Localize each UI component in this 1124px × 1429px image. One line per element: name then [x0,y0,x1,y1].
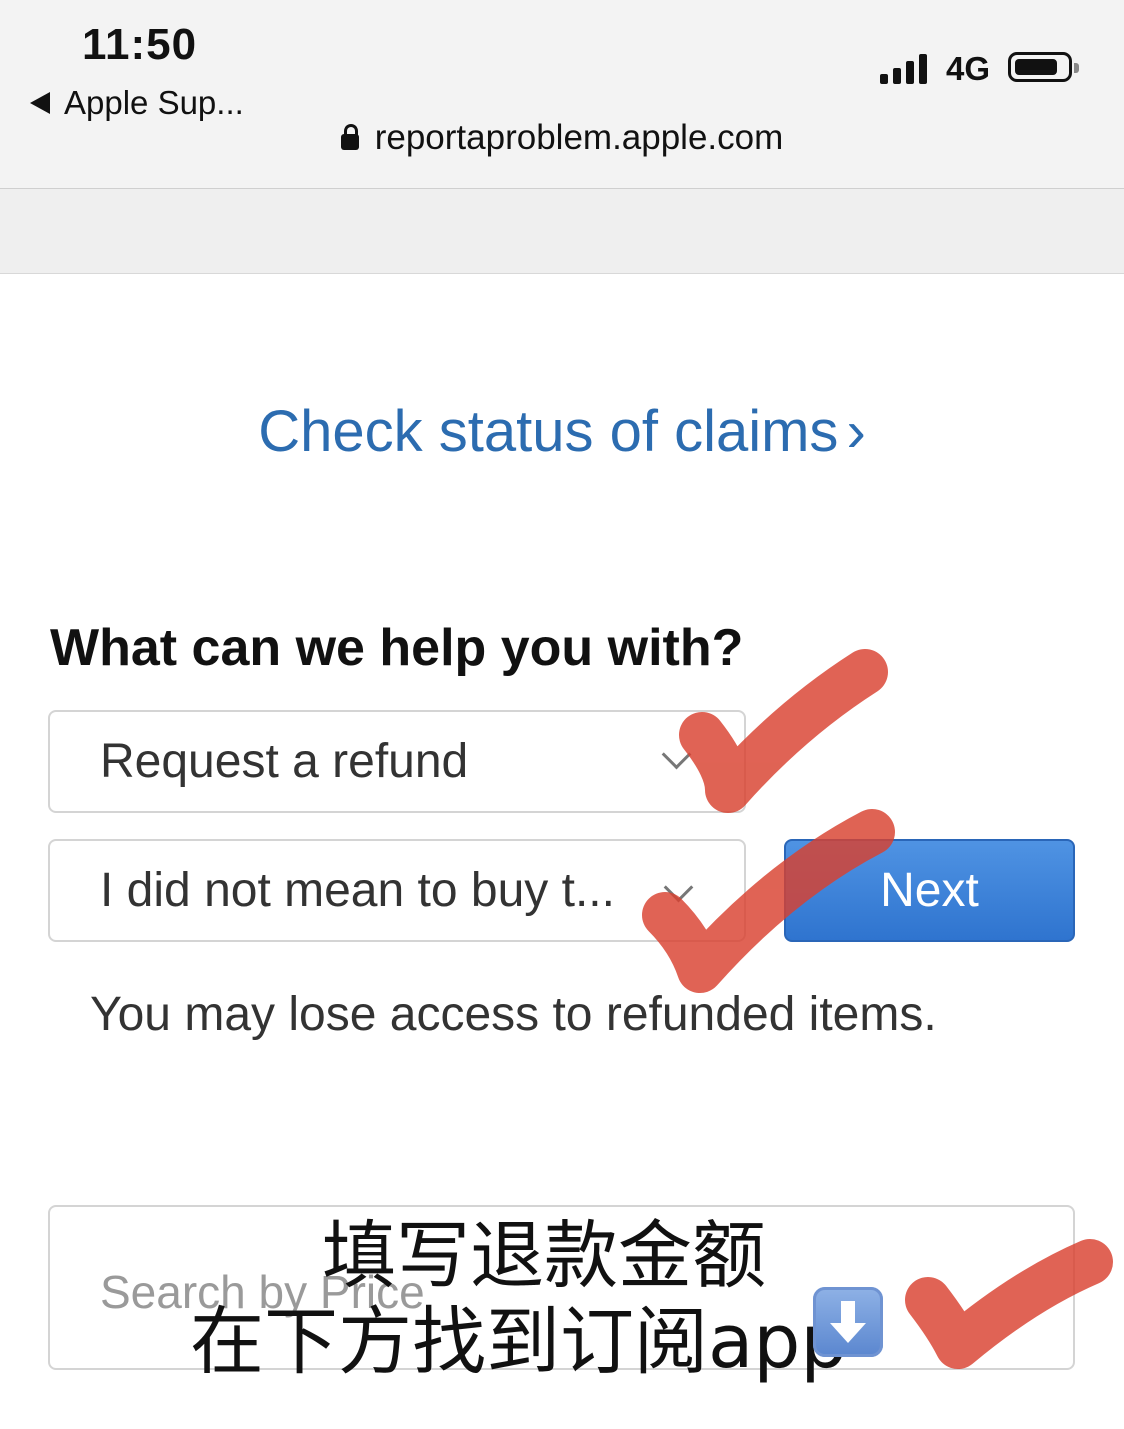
lock-icon [340,123,359,150]
address-bar[interactable]: reportaproblem.apple.com [0,118,1124,158]
request-type-select[interactable]: Request a refund [48,710,746,813]
claims-link-label: Check status of claims [258,399,839,464]
back-to-app-link[interactable]: Apple Sup... [30,84,244,122]
reason-value: I did not mean to buy t... [100,864,615,917]
next-button[interactable]: Next [784,839,1075,942]
arrow-down-icon [813,1287,883,1357]
check-claims-link[interactable]: Check status of claims › [0,398,1124,465]
refund-note: You may lose access to refunded items. [90,988,937,1041]
url-text: reportaproblem.apple.com [374,118,784,157]
annotation-text-line2: 在下方找到订阅app [190,1299,848,1385]
request-type-value: Request a refund [100,735,469,788]
back-app-label: Apple Sup... [64,84,244,121]
clock: 11:50 [82,20,198,69]
reason-select[interactable]: I did not mean to buy t... [48,839,746,942]
browser-toolbar-strip [0,189,1124,274]
cellular-signal-icon [880,52,927,84]
page-heading: What can we help you with? [50,619,744,677]
battery-icon [1008,52,1079,82]
chevron-down-icon [661,739,692,770]
status-bar: 11:50 Apple Sup... 4G reportaproblem.app… [0,0,1124,189]
chevron-right-icon: › [846,399,866,464]
network-type: 4G [946,50,991,87]
chevron-down-icon [663,872,694,903]
back-arrow-icon [30,92,50,114]
